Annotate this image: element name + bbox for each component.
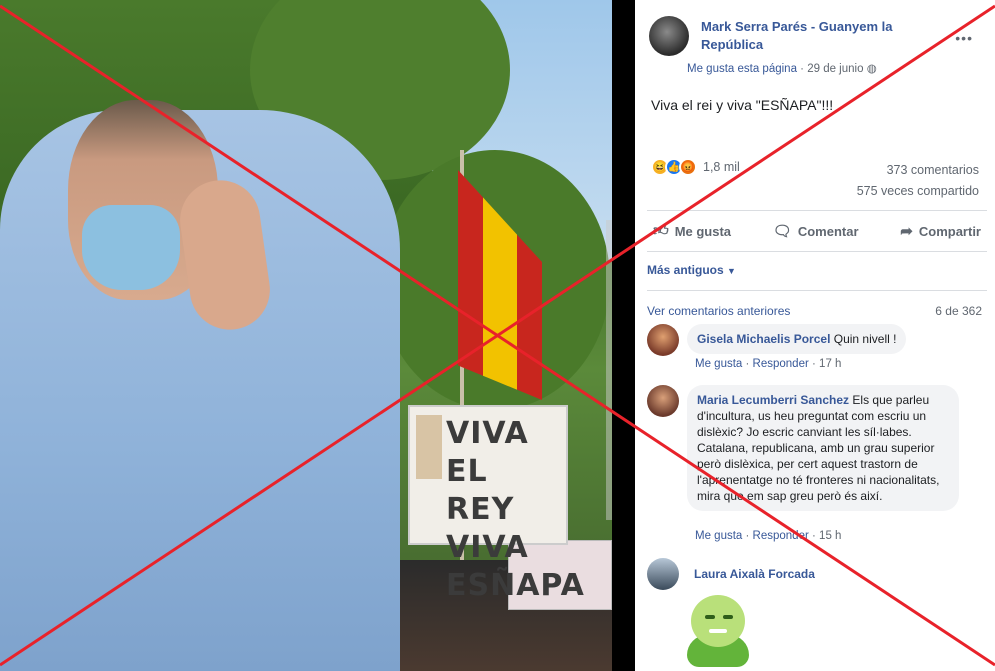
comment-actions: Me gusta · Responder · 15 h bbox=[695, 530, 842, 542]
comment-like-link[interactable]: Me gusta bbox=[695, 530, 742, 542]
sign-line: VIVA bbox=[446, 416, 529, 451]
sticker-eye bbox=[723, 615, 733, 619]
reactions-summary[interactable]: 😆 👍 😡 1,8 mil bbox=[651, 158, 740, 176]
sticker-eye bbox=[705, 615, 715, 619]
sign-line: ESÑAPA bbox=[446, 568, 585, 603]
divider bbox=[647, 210, 987, 211]
commenter-avatar[interactable] bbox=[647, 385, 679, 417]
share-label: Compartir bbox=[918, 223, 981, 239]
comment-bubble: Gisela Michaelis Porcel Quin nivell ! bbox=[687, 324, 907, 354]
reactions-count[interactable]: 1,8 mil bbox=[703, 160, 740, 174]
angry-reaction-icon: 😡 bbox=[679, 158, 697, 176]
comment-reply-link[interactable]: Responder bbox=[753, 358, 809, 370]
comment-button[interactable]: 🗨︎ Comentar bbox=[773, 216, 859, 246]
post-stats: 373 comentarios 575 veces compartido bbox=[857, 160, 979, 202]
chevron-down-icon: ▼ bbox=[727, 266, 736, 276]
post-date[interactable]: 29 de junio bbox=[807, 63, 863, 75]
comment-text: Quin nivell ! bbox=[833, 332, 897, 346]
shares-count[interactable]: 575 veces compartido bbox=[857, 181, 979, 202]
sick-sticker-icon bbox=[687, 595, 749, 671]
comment-icon: 🗨︎ bbox=[772, 223, 792, 240]
sticker-mouth bbox=[709, 629, 727, 633]
divider bbox=[647, 290, 987, 291]
comment-like-link[interactable]: Me gusta bbox=[695, 358, 742, 370]
sign-photo bbox=[416, 415, 442, 479]
commenter-name[interactable]: Maria Lecumberri Sanchez bbox=[697, 393, 849, 407]
comment-text: Els que parleu d'incultura, us heu pregu… bbox=[697, 393, 940, 503]
post-panel: Mark Serra Parés - Guanyem la República … bbox=[635, 0, 995, 671]
comment-bubble: Maria Lecumberri Sanchez Els que parleu … bbox=[687, 385, 959, 511]
post-photo[interactable]: VIVA EL REY VIVA ESÑAPA bbox=[0, 0, 612, 671]
post-text: Viva el rei y viva "ESÑAPA"!!! bbox=[651, 97, 834, 113]
thumbs-up-icon: 👍︎ bbox=[653, 222, 669, 239]
author-name[interactable]: Mark Serra Parés - Guanyem la República bbox=[701, 18, 941, 54]
commenter-avatar[interactable] bbox=[647, 324, 679, 356]
person bbox=[0, 100, 400, 671]
view-previous-comments-link[interactable]: Ver comentarios anteriores bbox=[647, 304, 790, 318]
globe-icon: ◍ bbox=[866, 63, 877, 75]
like-label: Me gusta bbox=[674, 223, 732, 239]
face-mask bbox=[82, 205, 180, 290]
share-button[interactable]: ➦ Compartir bbox=[900, 216, 981, 246]
commenter-name[interactable]: Gisela Michaelis Porcel bbox=[697, 332, 830, 346]
protest-sign: VIVA EL REY VIVA ESÑAPA bbox=[408, 405, 584, 603]
comment-time[interactable]: 17 h bbox=[819, 358, 841, 370]
commenter-name[interactable]: Laura Aixalà Forcada bbox=[694, 567, 815, 581]
like-page-link[interactable]: Me gusta esta página bbox=[687, 63, 797, 75]
more-options-icon[interactable]: ••• bbox=[955, 30, 973, 46]
comments-pagination: 6 de 362 bbox=[935, 304, 982, 318]
comment-label: Comentar bbox=[797, 223, 859, 239]
author-avatar[interactable] bbox=[649, 16, 689, 56]
comment-time[interactable]: 15 h bbox=[819, 530, 841, 542]
divider bbox=[647, 251, 987, 252]
sign-line: EL REY bbox=[446, 454, 515, 527]
sign-line: VIVA bbox=[446, 530, 529, 565]
sort-label: Más antiguos bbox=[647, 263, 724, 277]
comment-actions: Me gusta · Responder · 17 h bbox=[695, 358, 842, 370]
sort-dropdown[interactable]: Más antiguos ▼ bbox=[647, 263, 736, 277]
waving-hand bbox=[174, 175, 276, 335]
commenter-avatar[interactable] bbox=[647, 558, 679, 590]
photo-scrollbar[interactable] bbox=[606, 220, 612, 520]
share-icon: ➦ bbox=[900, 223, 913, 240]
like-button[interactable]: 👍︎ Me gusta bbox=[653, 216, 731, 246]
sticker-face bbox=[691, 595, 745, 647]
post-meta: Me gusta esta página · 29 de junio ◍ bbox=[687, 61, 877, 75]
commenter-name-wrap: Laura Aixalà Forcada bbox=[694, 567, 815, 581]
comments-count[interactable]: 373 comentarios bbox=[857, 160, 979, 181]
comment-reply-link[interactable]: Responder bbox=[753, 530, 809, 542]
post-actions: 👍︎ Me gusta 🗨︎ Comentar ➦ Compartir bbox=[647, 216, 987, 246]
